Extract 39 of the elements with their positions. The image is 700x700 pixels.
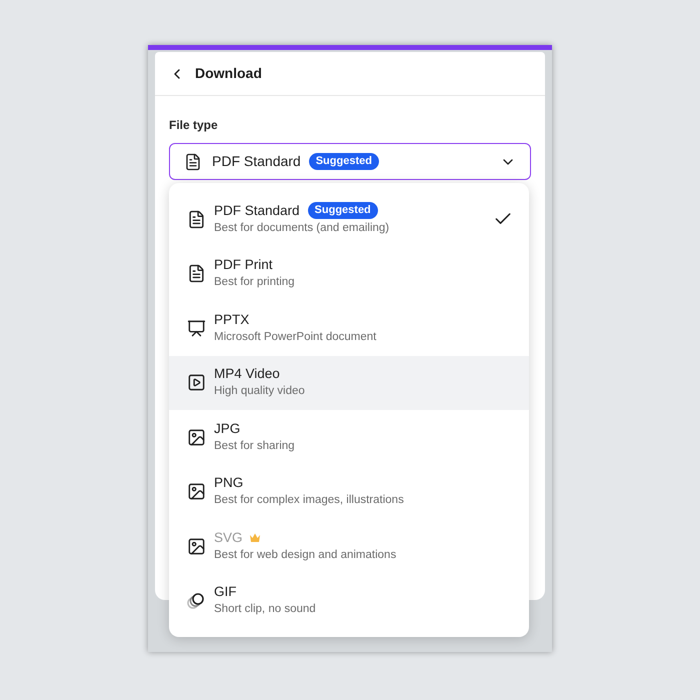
- option-title: GIF: [214, 583, 236, 602]
- option-description: High quality video: [214, 384, 305, 400]
- file-type-option[interactable]: MP4 Video High quality video: [169, 356, 529, 410]
- document-icon: [186, 264, 206, 284]
- option-description: Best for web design and animations: [214, 548, 396, 563]
- option-title: PDF Standard: [214, 202, 300, 220]
- presentation-icon: [186, 318, 206, 338]
- option-title: PDF Print: [214, 256, 273, 274]
- file-type-select[interactable]: PDF Standard Suggested: [169, 143, 531, 180]
- option-description: Best for documents (and emailing): [214, 220, 390, 236]
- option-title: PNG: [214, 474, 244, 492]
- file-type-option[interactable]: PPTX Microsoft PowerPoint document: [169, 301, 529, 356]
- option-description: Microsoft PowerPoint document: [214, 330, 376, 345]
- option-title: PPTX: [214, 310, 250, 329]
- file-type-option[interactable]: GIF Short clip, no sound: [169, 574, 529, 628]
- file-type-option[interactable]: PNG Best for complex images, illustrations: [169, 464, 529, 519]
- file-type-option[interactable]: PDF Print Best for printing: [169, 246, 529, 301]
- image-icon: [186, 536, 206, 556]
- option-title: MP4 Video: [214, 365, 280, 384]
- panel-title: Download: [195, 64, 262, 83]
- video-icon: [186, 373, 206, 392]
- file-type-option[interactable]: JPG Best for sharing: [169, 410, 529, 464]
- image-icon: [186, 482, 206, 502]
- option-description: Best for printing: [214, 275, 295, 290]
- document-icon: [186, 210, 206, 229]
- field-label: File type: [169, 117, 219, 134]
- circles-icon: [186, 590, 206, 611]
- option-description: Short clip, no sound: [214, 602, 316, 618]
- document-icon: [184, 152, 202, 170]
- file-type-option[interactable]: PDF Standard Suggested Best for documents (and emailing): [169, 192, 529, 246]
- option-title: JPG: [214, 420, 240, 438]
- suggested-badge: Suggested: [308, 153, 379, 170]
- select-value: PDF Standard: [212, 152, 301, 171]
- suggested-badge: Suggested: [308, 202, 378, 220]
- option-title: SVG: [214, 528, 243, 547]
- image-icon: [186, 428, 206, 447]
- file-type-option[interactable]: SVG Best for web design and animations: [169, 519, 529, 574]
- option-description: Best for complex images, illustrations: [214, 493, 404, 508]
- option-description: Best for sharing: [214, 438, 295, 454]
